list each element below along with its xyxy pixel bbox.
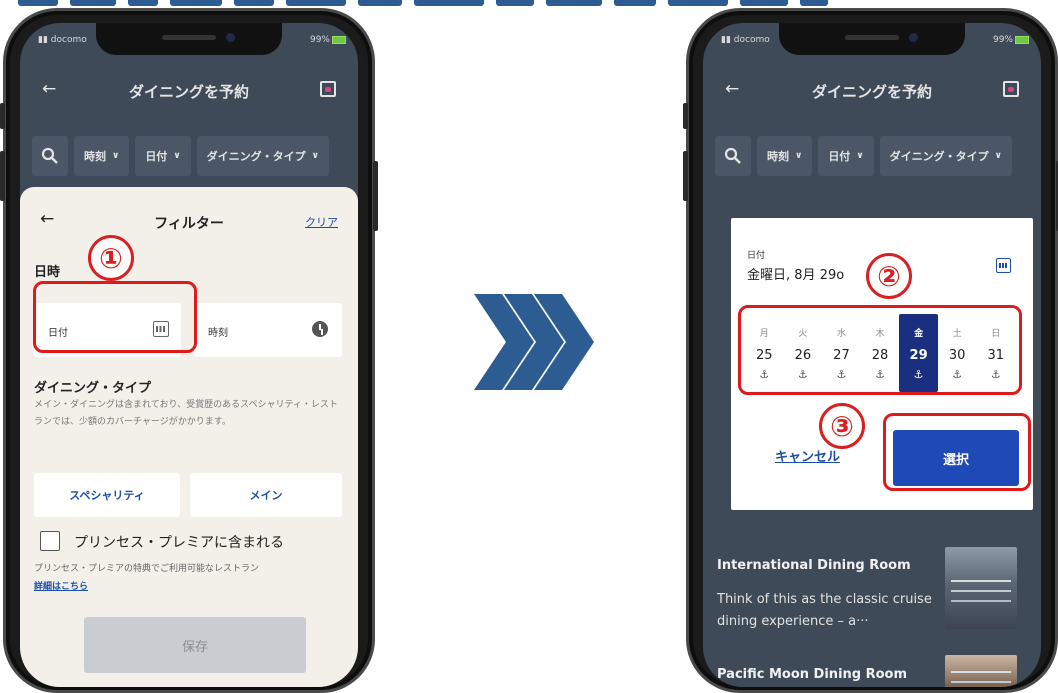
chip-time[interactable]: 時刻 ∨ <box>74 136 130 176</box>
date-label: 日付 <box>747 251 766 261</box>
filter-sheet: ← フィルター クリア 日時 日付 時刻 ダイニング・タイプ メイン・ダイニング… <box>20 187 358 687</box>
specialty-button[interactable]: スペシャリティ <box>34 473 180 517</box>
app-header: ← ダイニングを予約 <box>703 67 1041 113</box>
highlight-select-button <box>883 413 1031 491</box>
phone-left: ▮▮ docomo 99% ← ダイニングを予約 時刻 ∨ 日付 ∨ ダイニング・タ… <box>0 8 378 693</box>
chevron-down-icon: ∨ <box>856 151 864 161</box>
clear-link[interactable]: クリア <box>305 214 338 230</box>
callout-2: ② <box>866 253 912 299</box>
restaurant-image <box>945 655 1017 687</box>
chevron-down-icon: ∨ <box>311 151 319 161</box>
status-carrier: ▮▮ docomo <box>38 35 87 45</box>
restaurant-image <box>945 547 1017 629</box>
restaurant-description: Think of this as the classic cruise dini… <box>717 592 932 629</box>
search-button[interactable] <box>32 136 68 176</box>
status-battery: 99% <box>310 35 346 45</box>
save-button[interactable]: 保存 <box>84 617 306 673</box>
status-carrier: ▮▮ docomo <box>721 35 770 45</box>
cropped-heading-fragment <box>0 0 1058 8</box>
filter-chips: 時刻 ∨ 日付 ∨ ダイニング・タイプ ∨ <box>703 136 1041 176</box>
search-button[interactable] <box>715 136 751 176</box>
details-link[interactable]: 詳細はこちら <box>34 579 88 592</box>
next-step-arrow-icon <box>474 294 594 390</box>
clock-icon <box>312 321 328 337</box>
selected-date: 金曜日, 8月 29o <box>747 268 845 283</box>
highlight-day-strip <box>738 305 1022 395</box>
phone-screen: ▮▮ docomo 99% ← ダイニングを予約 時刻 ∨ 日付 ∨ ダイニング・タ… <box>20 23 358 687</box>
phone-right: ▮▮ docomo 99% ← ダイニングを予約 時刻 ∨ 日付 ∨ ダイニング・タ… <box>683 8 1058 693</box>
restaurant-title[interactable]: International Dining Room <box>717 558 911 573</box>
chevron-down-icon: ∨ <box>795 151 803 161</box>
callout-1: ① <box>88 235 134 281</box>
page-title: ダイニングを予約 <box>811 83 932 101</box>
filter-chips: 時刻 ∨ 日付 ∨ ダイニング・タイプ ∨ <box>20 136 358 176</box>
calendar-icon[interactable] <box>1003 81 1019 97</box>
premier-description: プリンセス・プレミアの特典でご利用可能なレストラン <box>34 564 260 574</box>
notch <box>96 23 282 55</box>
chip-time[interactable]: 時刻 ∨ <box>757 136 813 176</box>
restaurant-title[interactable]: Pacific Moon Dining Room <box>717 667 907 682</box>
calendar-icon[interactable] <box>996 258 1011 273</box>
calendar-icon[interactable] <box>320 81 336 97</box>
dining-type-heading: ダイニング・タイプ <box>34 381 152 396</box>
callout-3: ③ <box>819 403 865 449</box>
chip-dining-type[interactable]: ダイニング・タイプ ∨ <box>879 136 1012 176</box>
premier-checkbox[interactable] <box>40 531 60 551</box>
time-field[interactable]: 時刻 <box>194 303 342 357</box>
chip-dining-type[interactable]: ダイニング・タイプ ∨ <box>196 136 329 176</box>
status-battery: 99% <box>993 35 1029 45</box>
app-header: ← ダイニングを予約 <box>20 67 358 113</box>
dining-type-description: メイン・ダイニングは含まれており、受賞歴のあるスペシャリティ・レストランでは、少… <box>34 400 338 427</box>
chevron-down-icon: ∨ <box>173 151 181 161</box>
main-button[interactable]: メイン <box>190 473 342 517</box>
chip-date[interactable]: 日付 ∨ <box>818 136 874 176</box>
search-icon <box>724 147 741 164</box>
chip-date[interactable]: 日付 ∨ <box>135 136 191 176</box>
page-title: ダイニングを予約 <box>128 83 249 101</box>
chevron-down-icon: ∨ <box>994 151 1002 161</box>
premier-label: プリンセス・プレミアに含まれる <box>74 535 284 551</box>
datetime-heading: 日時 <box>34 265 61 280</box>
notch <box>779 23 965 55</box>
chevron-down-icon: ∨ <box>112 151 120 161</box>
cancel-button[interactable]: キャンセル <box>775 446 840 465</box>
search-icon <box>41 147 58 164</box>
phone-screen: ▮▮ docomo 99% ← ダイニングを予約 時刻 ∨ 日付 ∨ ダイニング・タ… <box>703 23 1041 687</box>
highlight-date-field <box>33 281 197 353</box>
